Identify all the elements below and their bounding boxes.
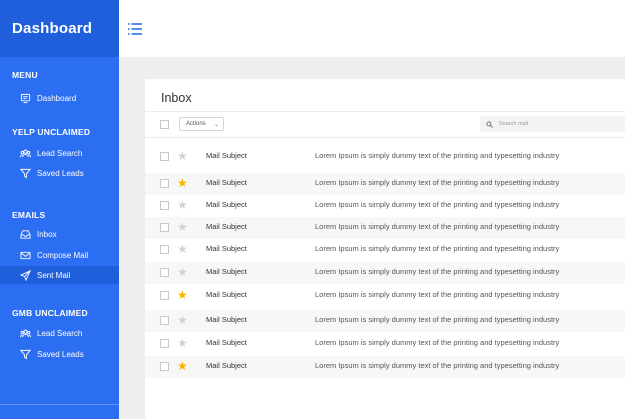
star-icon[interactable]: ★ <box>177 312 188 328</box>
mail-subject: Mail Subject <box>206 267 247 276</box>
sidebar-item-sent-mail[interactable]: Sent Mail <box>0 266 119 284</box>
row-checkbox[interactable] <box>160 268 169 277</box>
mail-preview: Lorem Ipsum is simply dummy text of the … <box>315 338 560 347</box>
hamburger-icon[interactable] <box>127 22 143 36</box>
search-input[interactable]: Search mail <box>480 116 625 132</box>
send-icon <box>20 269 31 281</box>
sidebar-item-yelp-lead-search[interactable]: Lead Search <box>0 144 119 162</box>
mail-icon <box>20 251 31 259</box>
page-title: Inbox <box>161 91 192 105</box>
mail-subject: Mail Subject <box>206 315 247 324</box>
sidebar-item-compose-mail[interactable]: Compose Mail <box>0 246 119 264</box>
mail-subject: Mail Subject <box>206 151 247 160</box>
actions-label: Actions <box>186 121 206 127</box>
row-checkbox[interactable] <box>160 339 169 348</box>
mail-preview: Lorem Ipsum is simply dummy text of the … <box>315 361 560 370</box>
section-title-menu: MENU <box>12 70 38 80</box>
select-all-checkbox[interactable] <box>160 120 169 129</box>
star-icon[interactable]: ★ <box>177 148 188 164</box>
sidebar-item-dashboard[interactable]: Dashboard <box>0 89 119 107</box>
people-icon <box>20 149 31 157</box>
mail-row[interactable]: ★ Mail Subject Lorem Ipsum is simply dummy… <box>145 333 625 355</box>
people-icon <box>20 329 31 337</box>
mail-subject: Mail Subject <box>206 338 247 347</box>
sidebar-item-label: Saved Leads <box>37 168 84 178</box>
row-checkbox[interactable] <box>160 316 169 325</box>
sidebar-item-gmb-saved-leads[interactable]: Saved Leads <box>0 345 119 363</box>
row-checkbox[interactable] <box>160 201 169 210</box>
row-checkbox[interactable] <box>160 223 169 232</box>
divider <box>0 404 119 405</box>
mail-row[interactable]: ★ Mail Subject Lorem Ipsum is simply dummy… <box>145 217 625 239</box>
mail-subject: Mail Subject <box>206 244 247 253</box>
star-icon[interactable]: ★ <box>177 335 188 351</box>
mail-row[interactable]: ★ Mail Subject Lorem Ipsum is simply dummy… <box>145 356 625 378</box>
star-icon[interactable]: ★ <box>177 264 188 280</box>
mail-preview: Lorem Ipsum is simply dummy text of the … <box>315 244 560 253</box>
sidebar-item-yelp-saved-leads[interactable]: Saved Leads <box>0 164 119 182</box>
mail-row[interactable]: ★ Mail Subject Lorem Ipsum is simply dummy… <box>145 195 625 217</box>
mail-row[interactable]: ★ Mail Subject Lorem Ipsum is simply dummy… <box>145 146 625 168</box>
mail-subject: Mail Subject <box>206 200 247 209</box>
sidebar-item-label: Lead Search <box>37 148 83 158</box>
mail-row[interactable]: ★ Mail Subject Lorem Ipsum is simply dummy… <box>145 285 625 307</box>
mail-preview: Lorem Ipsum is simply dummy text of the … <box>315 267 560 276</box>
mail-subject: Mail Subject <box>206 222 247 231</box>
mail-preview: Lorem Ipsum is simply dummy text of the … <box>315 151 560 160</box>
divider <box>145 137 625 138</box>
mail-preview: Lorem Ipsum is simply dummy text of the … <box>315 315 560 324</box>
star-icon[interactable]: ★ <box>177 175 188 191</box>
search-placeholder: Search mail <box>499 121 529 127</box>
filter-icon <box>20 349 31 360</box>
mail-subject: Mail Subject <box>206 178 247 187</box>
row-checkbox[interactable] <box>160 291 169 300</box>
star-icon[interactable]: ★ <box>177 197 188 213</box>
sidebar-item-label: Sent Mail <box>37 270 71 280</box>
sidebar-item-gmb-lead-search[interactable]: Lead Search <box>0 324 119 342</box>
sidebar-item-label: Saved Leads <box>37 349 84 359</box>
inbox-icon <box>20 229 31 239</box>
divider <box>145 111 625 112</box>
mail-row[interactable]: ★ Mail Subject Lorem Ipsum is simply dummy… <box>145 310 625 332</box>
mail-subject: Mail Subject <box>206 290 247 299</box>
star-icon[interactable]: ★ <box>177 241 188 257</box>
section-title-yelp: YELP UNCLAIMED <box>12 127 91 137</box>
mail-row[interactable]: ★ Mail Subject Lorem Ipsum is simply dummy… <box>145 173 625 195</box>
section-title-gmb: GMB UNCLAIMED <box>12 308 88 318</box>
mail-preview: Lorem Ipsum is simply dummy text of the … <box>315 290 560 299</box>
actions-dropdown[interactable]: Actions ⌄ <box>179 117 224 131</box>
star-icon[interactable]: ★ <box>177 287 188 303</box>
row-checkbox[interactable] <box>160 245 169 254</box>
mail-row[interactable]: ★ Mail Subject Lorem Ipsum is simply dummy… <box>145 239 625 261</box>
row-checkbox[interactable] <box>160 152 169 161</box>
sidebar: Dashboard MENU Dashboard YELP UNCLAIMED … <box>0 0 119 419</box>
search-icon <box>486 120 493 128</box>
sidebar-item-label: Dashboard <box>37 93 77 103</box>
brand-title[interactable]: Dashboard <box>0 0 119 57</box>
top-bar <box>119 0 625 57</box>
row-checkbox[interactable] <box>160 179 169 188</box>
sidebar-item-label: Compose Mail <box>37 250 89 260</box>
sidebar-item-inbox[interactable]: Inbox <box>0 225 119 243</box>
sidebar-item-label: Inbox <box>37 229 57 239</box>
star-icon[interactable]: ★ <box>177 358 188 374</box>
mail-subject: Mail Subject <box>206 361 247 370</box>
row-checkbox[interactable] <box>160 362 169 371</box>
mail-preview: Lorem Ipsum is simply dummy text of the … <box>315 178 560 187</box>
filter-icon <box>20 168 31 179</box>
sidebar-item-label: Lead Search <box>37 328 83 338</box>
mail-row[interactable]: ★ Mail Subject Lorem Ipsum is simply dummy… <box>145 262 625 284</box>
star-icon[interactable]: ★ <box>177 219 188 235</box>
dashboard-icon <box>20 93 31 103</box>
inbox-panel: Inbox Actions ⌄ Search mail ★ Mail Subjec… <box>145 79 625 419</box>
chevron-down-icon: ⌄ <box>213 122 219 128</box>
mail-preview: Lorem Ipsum is simply dummy text of the … <box>315 222 560 231</box>
section-title-emails: EMAILS <box>12 210 46 220</box>
mail-preview: Lorem Ipsum is simply dummy text of the … <box>315 200 560 209</box>
